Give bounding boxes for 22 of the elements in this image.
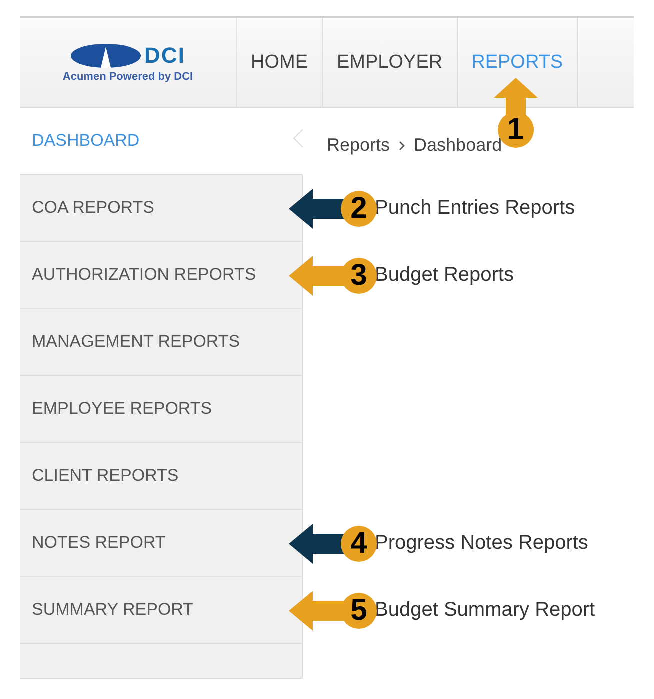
callout-label: Budget Reports xyxy=(375,264,514,287)
step-number: 4 xyxy=(341,526,377,562)
step-number: 5 xyxy=(341,592,377,628)
sidebar-item[interactable]: NOTES REPORT xyxy=(20,510,303,577)
step-number: 2 xyxy=(341,190,377,226)
sidebar-item[interactable]: SUMMARY REPORT xyxy=(20,577,303,644)
callout-label: Budget Summary Report xyxy=(375,599,596,622)
sidebar-item[interactable]: MANAGEMENT REPORTS xyxy=(20,309,303,376)
step-number: 3 xyxy=(341,258,377,294)
callout-label: Punch Entries Reports xyxy=(375,197,576,220)
sidebar-item[interactable]: CLIENT REPORTS xyxy=(20,443,303,510)
chevron-icon xyxy=(398,140,406,150)
logo-icon xyxy=(70,42,141,68)
logo-tagline: Acumen Powered by DCI xyxy=(62,70,194,82)
sidebar-item[interactable]: EMPLOYEE REPORTS xyxy=(20,376,303,443)
logo-mark: DCI xyxy=(144,42,186,68)
nav-tab[interactable]: EMPLOYER xyxy=(323,18,457,107)
sidebar-item[interactable]: COA REPORTS xyxy=(20,175,303,242)
sidebar-item[interactable]: AUTHORIZATION REPORTS xyxy=(20,242,303,309)
callout-label: Progress Notes Reports xyxy=(375,532,588,555)
breadcrumb-link[interactable]: Reports xyxy=(327,135,390,156)
nav-tab[interactable]: HOME xyxy=(237,18,322,107)
